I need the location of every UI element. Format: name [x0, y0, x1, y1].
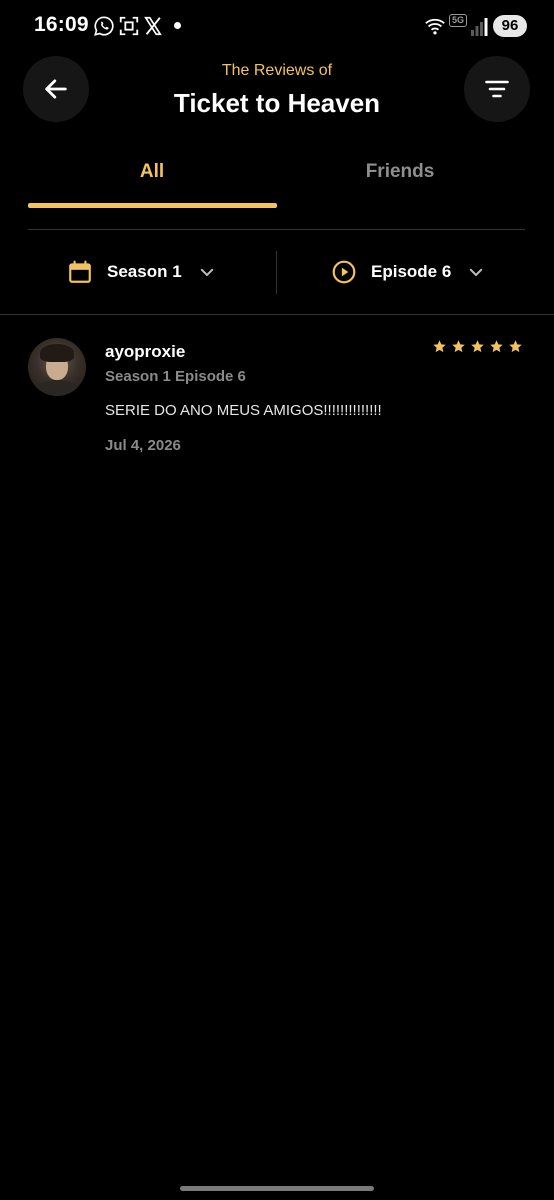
- network-type: 5G: [449, 14, 468, 27]
- sort-button[interactable]: [464, 56, 530, 122]
- home-indicator[interactable]: [180, 1186, 374, 1191]
- season-label: Season 1: [107, 262, 182, 281]
- sort-icon: [485, 80, 509, 98]
- review-text: SERIE DO ANO MEUS AMIGOS!!!!!!!!!!!!!!: [105, 402, 382, 419]
- avatar[interactable]: [28, 338, 86, 396]
- signal-icon: [471, 18, 488, 36]
- play-circle-icon: [332, 260, 356, 284]
- whatsapp-icon: [94, 16, 114, 36]
- x-icon: [144, 16, 162, 36]
- star-icon: [490, 340, 503, 353]
- calendar-icon: [69, 260, 91, 283]
- notification-dot: [174, 22, 181, 29]
- season-dropdown[interactable]: Season 1: [67, 250, 216, 294]
- battery-level: 96: [493, 15, 527, 37]
- tab-friends[interactable]: Friends: [276, 150, 524, 208]
- rating-stars: [432, 339, 523, 354]
- review-date: Jul 4, 2026: [105, 437, 181, 454]
- episode-dropdown[interactable]: Episode 6: [331, 250, 485, 294]
- review-episode: Season 1 Episode 6: [105, 368, 246, 385]
- filter-separator: [276, 251, 277, 294]
- chevron-down-icon: [200, 268, 213, 276]
- star-icon: [509, 340, 522, 353]
- status-bar: 16:09 5G 96: [0, 0, 554, 54]
- review-username[interactable]: ayoproxie: [105, 342, 185, 362]
- chevron-down-icon: [470, 268, 483, 276]
- screenshot-icon: [119, 16, 139, 36]
- avatar-shoulders: [34, 380, 80, 396]
- wifi-icon: [425, 18, 445, 35]
- star-icon: [452, 340, 465, 353]
- episode-label: Episode 6: [371, 262, 452, 281]
- avatar-hair: [40, 344, 74, 362]
- star-icon: [433, 340, 446, 353]
- tab-indicator: [28, 203, 277, 208]
- tab-all[interactable]: All: [28, 150, 276, 208]
- star-icon: [471, 340, 484, 353]
- review-item[interactable]: ayoproxie Season 1 Episode 6 SERIE DO AN…: [0, 330, 554, 470]
- status-time: 16:09: [34, 13, 89, 36]
- divider: [0, 314, 554, 315]
- divider: [28, 229, 525, 230]
- tab-bar: All Friends: [28, 150, 525, 210]
